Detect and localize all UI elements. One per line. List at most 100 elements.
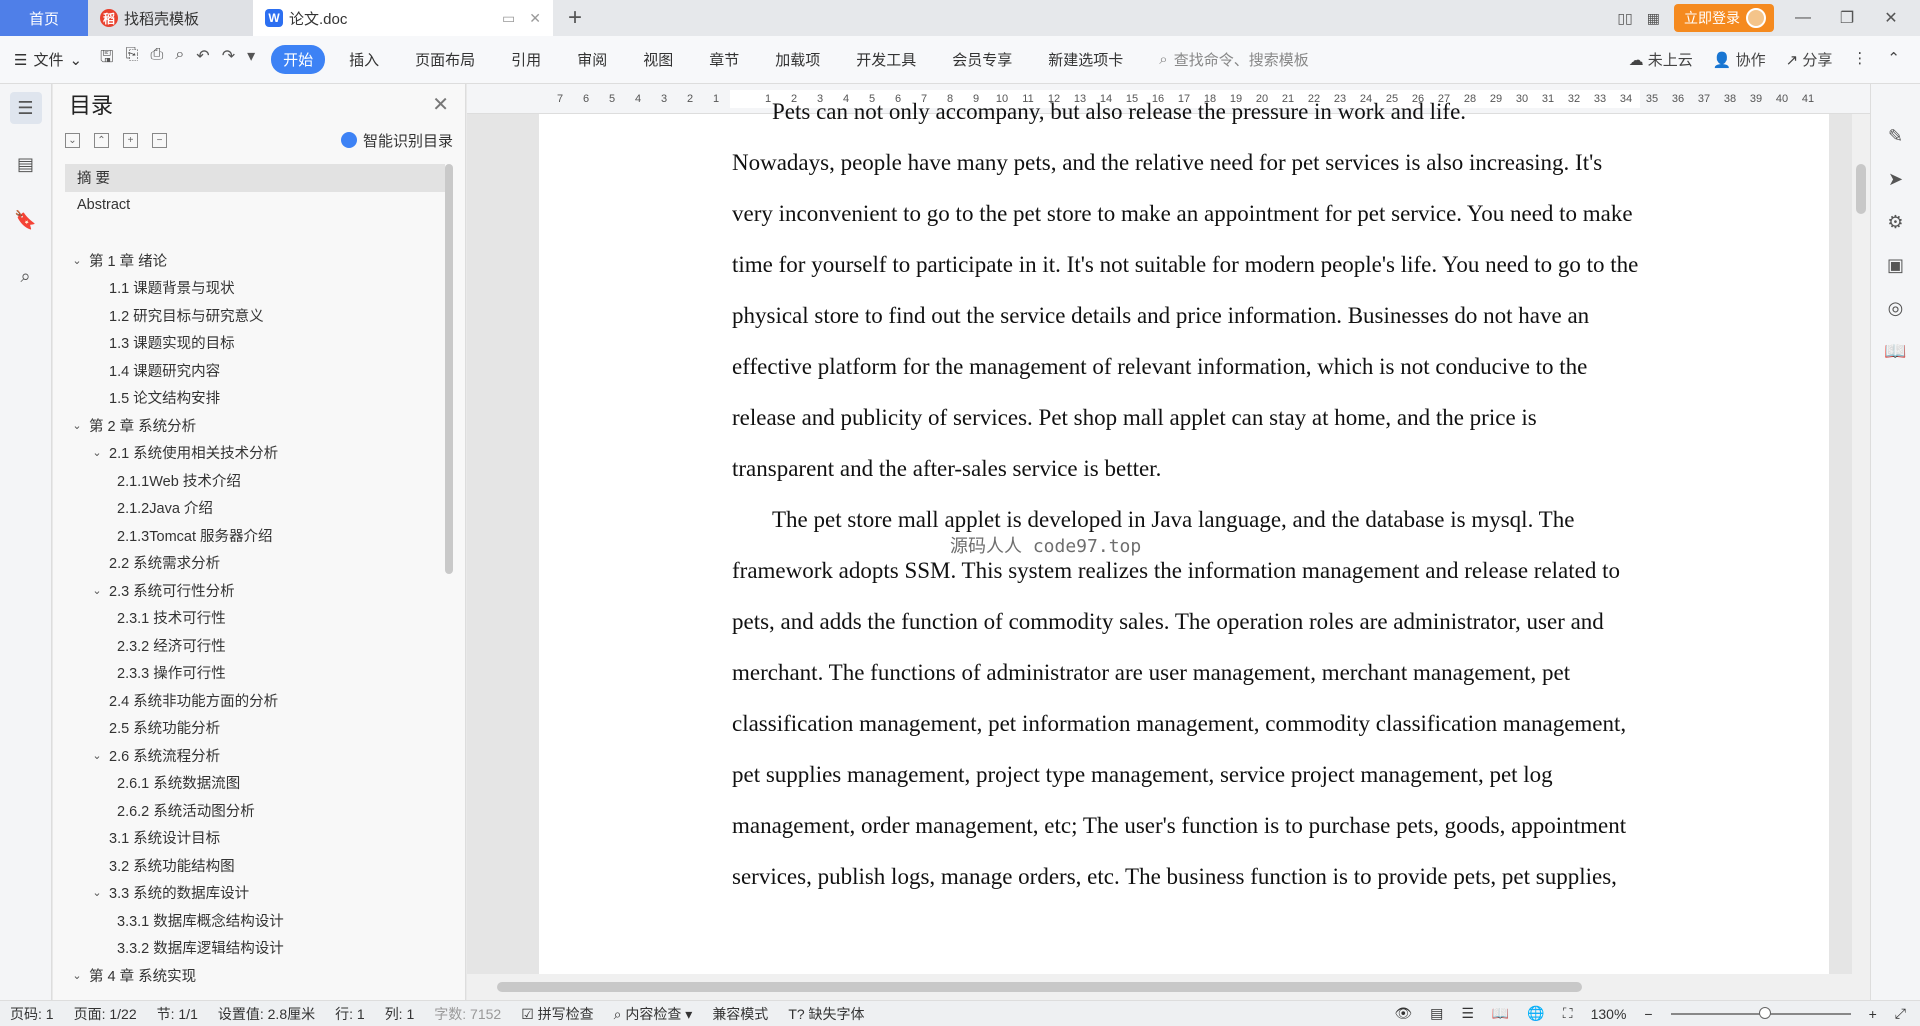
chevron-down-icon[interactable]: ⌄	[71, 969, 83, 982]
image-tools-icon[interactable]: ▣	[1887, 255, 1904, 276]
chevron-down-icon[interactable]: ⌄	[91, 584, 103, 597]
login-button[interactable]: 立即登录	[1674, 4, 1774, 32]
zoom-level[interactable]: 130%	[1591, 1006, 1627, 1022]
toc-item[interactable]: 3.3.1 数据库概念结构设计	[65, 907, 445, 935]
redo-icon[interactable]: ↷	[222, 46, 235, 73]
apps-grid-icon[interactable]: ▦	[1647, 10, 1660, 27]
toc-item[interactable]: 1.5 论文结构安排	[65, 384, 445, 412]
tab-chapter[interactable]: 章节	[697, 45, 751, 74]
add-heading-icon[interactable]: +	[123, 132, 138, 148]
web-view-icon[interactable]: 🌐	[1527, 1005, 1544, 1022]
toc-item[interactable]: ⌄ 3.3 系统的数据库设计	[65, 879, 445, 907]
toc-item[interactable]: 2.6.1 系统数据流图	[65, 769, 445, 797]
tab-insert[interactable]: 插入	[337, 45, 391, 74]
horizontal-scrollbar[interactable]	[467, 974, 1870, 1000]
tab-home[interactable]: 首页	[0, 0, 88, 36]
zoom-out-icon[interactable]: −	[1644, 1006, 1652, 1022]
toc-item[interactable]: 2.1.1Web 技术介绍	[65, 467, 445, 495]
pen-icon[interactable]: ✎	[1888, 126, 1903, 147]
fit-page-icon[interactable]: ⛶	[1563, 1005, 1573, 1022]
tab-template[interactable]: 稻 找稻壳模板	[88, 0, 253, 36]
tab-page-layout[interactable]: 页面布局	[403, 45, 487, 74]
toc-item[interactable]: ⌄ 2.6 系统流程分析	[65, 742, 445, 770]
toc-item[interactable]: 1.3 课题实现的目标	[65, 329, 445, 357]
toc-item[interactable]: ⌄ 第 2 章 系统分析	[65, 412, 445, 440]
reading-mode-icon[interactable]: 📖	[1884, 341, 1906, 362]
find-icon[interactable]: ⌕	[10, 260, 42, 292]
reading-view-icon[interactable]: 📖	[1492, 1005, 1509, 1022]
toc-item[interactable]: 2.5 系统功能分析	[65, 714, 445, 742]
print-preview-icon[interactable]: ⌕	[175, 46, 184, 73]
chevron-down-icon[interactable]: ⌄	[71, 419, 83, 432]
cloud-status-button[interactable]: ☁ 未上云	[1629, 49, 1693, 70]
toc-item[interactable]: ⌄ 2.3 系统可行性分析	[65, 577, 445, 605]
spell-check-button[interactable]: ☑ 拼写检查	[521, 1004, 593, 1024]
content-check-button[interactable]: ⌕ 内容检查 ▾	[614, 1004, 693, 1024]
eye-protection-icon[interactable]: 👁	[1394, 1005, 1412, 1022]
chevron-down-icon[interactable]: ⌄	[91, 886, 103, 899]
file-menu[interactable]: ☰ 文件 ⌄	[14, 49, 82, 70]
quick-access-dropdown-icon[interactable]: ▾	[247, 46, 255, 73]
tab-new[interactable]: 新建选项卡	[1036, 45, 1135, 74]
tab-close-icon[interactable]: ✕	[529, 10, 541, 27]
export-pdf-icon[interactable]: ⎘	[126, 46, 139, 73]
print-icon[interactable]: ⎙	[151, 46, 164, 73]
chevron-down-icon[interactable]: ⌄	[91, 446, 103, 459]
toc-item[interactable]: 1.1 课题背景与现状	[65, 274, 445, 302]
toc-item[interactable]: 3.3.2 数据库逻辑结构设计	[65, 934, 445, 962]
toc-item[interactable]: 2.1.2Java 介绍	[65, 494, 445, 522]
toc-item[interactable]: 2.4 系统非功能方面的分析	[65, 687, 445, 715]
toc-item[interactable]: 2.6.2 系统活动图分析	[65, 797, 445, 825]
tab-review[interactable]: 审阅	[565, 45, 619, 74]
page-view-icon[interactable]: ▤	[1430, 1005, 1443, 1022]
toc-item[interactable]: 2.2 系统需求分析	[65, 549, 445, 577]
more-options-icon[interactable]: ⋮	[1852, 49, 1867, 70]
minimize-icon[interactable]: —	[1788, 9, 1818, 27]
zoom-slider-knob[interactable]	[1758, 1006, 1771, 1019]
toc-item[interactable]: 3.2 系统功能结构图	[65, 852, 445, 880]
tab-start[interactable]: 开始	[271, 45, 326, 74]
collapse-ribbon-icon[interactable]: ⌃	[1887, 49, 1900, 70]
command-search[interactable]: ⌕ 查找命令、搜索模板	[1159, 49, 1308, 70]
select-pointer-icon[interactable]: ➤	[1888, 169, 1903, 190]
chevron-down-icon[interactable]: ⌄	[91, 749, 103, 762]
status-word-count[interactable]: 字数: 7152	[434, 1004, 501, 1024]
tab-references[interactable]: 引用	[499, 45, 553, 74]
remove-heading-icon[interactable]: −	[152, 132, 167, 148]
toc-item[interactable]: 1.4 课题研究内容	[65, 357, 445, 385]
toc-item[interactable]: 2.3.1 技术可行性	[65, 604, 445, 632]
toc-item[interactable]: Abstract	[65, 192, 445, 220]
status-page[interactable]: 页面: 1/22	[74, 1004, 137, 1024]
toc-item[interactable]: ⌄ 2.1 系统使用相关技术分析	[65, 439, 445, 467]
tab-developer[interactable]: 开发工具	[844, 45, 928, 74]
chevron-down-icon[interactable]: ⌄	[71, 254, 83, 267]
smart-toc-button[interactable]: 智能识别目录	[340, 130, 453, 151]
bookmark-icon[interactable]: 🔖	[10, 204, 42, 236]
save-icon[interactable]: 🖫	[100, 46, 114, 73]
undo-icon[interactable]: ↶	[196, 46, 209, 73]
tab-document[interactable]: W 论文.doc ▭ ✕	[253, 0, 553, 36]
toc-item[interactable]: 3.1 系统设计目标	[65, 824, 445, 852]
missing-font-button[interactable]: T? 缺失字体	[788, 1004, 864, 1024]
document-page[interactable]: Pets can not only accompany, but also re…	[539, 99, 1829, 1000]
outline-view-icon[interactable]: ☰	[1461, 1005, 1474, 1022]
toc-item[interactable]: 摘 要	[65, 164, 445, 192]
toc-panel-icon[interactable]: ☰	[9, 92, 42, 124]
zoom-in-icon[interactable]: +	[1869, 1006, 1877, 1022]
toc-item[interactable]: ⌄ 第 1 章 绪论	[65, 247, 445, 275]
share-button[interactable]: ↗ 分享	[1786, 49, 1833, 70]
tab-view[interactable]: 视图	[631, 45, 685, 74]
toc-scrollbar[interactable]	[445, 164, 453, 574]
layout-toggle-icon[interactable]: ▯▯	[1617, 10, 1632, 27]
window-close-icon[interactable]: ✕	[1876, 8, 1906, 28]
toc-item[interactable]: ⌄ 第 4 章 系统实现	[65, 962, 445, 990]
collaborate-button[interactable]: 👤 协作	[1713, 49, 1766, 70]
tab-member[interactable]: 会员专享	[940, 45, 1024, 74]
toc-close-icon[interactable]: ✕	[432, 92, 449, 117]
toc-item[interactable]: 2.3.3 操作可行性	[65, 659, 445, 687]
vertical-scrollbar[interactable]	[1852, 114, 1870, 974]
navigation-icon[interactable]: ▤	[10, 148, 42, 180]
zoom-slider[interactable]	[1670, 1006, 1851, 1019]
toc-item[interactable]: 2.1.3Tomcat 服务器介绍	[65, 522, 445, 550]
new-tab-button[interactable]: +	[553, 0, 597, 36]
